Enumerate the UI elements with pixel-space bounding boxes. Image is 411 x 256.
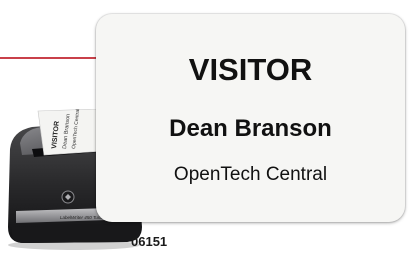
label-name: Dean Branson [169,115,332,142]
label-company: OpenTech Central [173,164,328,185]
dymo-logo-icon [61,190,75,204]
label-title: VISITOR [188,52,313,87]
product-code: 06151 [131,234,168,249]
visitor-label: VISITOR Dean Branson OpenTech Central [96,14,405,222]
accent-line [0,57,110,59]
mini-label: VISITOR Dean Branson OpenTech Central [37,109,105,156]
printer-model-text: LabelWriter 450 Turbo [60,215,105,220]
product-illustration: VISITOR Dean Branson OpenTech Central La… [0,0,411,256]
